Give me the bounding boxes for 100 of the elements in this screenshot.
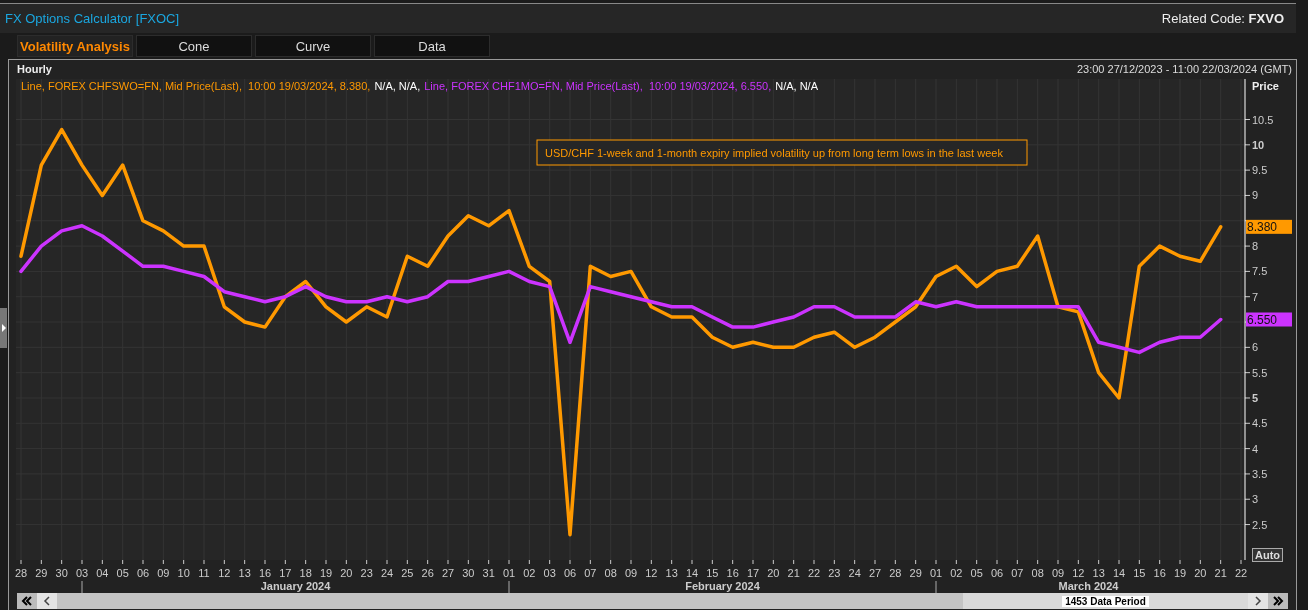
x-tick-label: 01: [502, 567, 516, 579]
x-tick-label: 28: [889, 567, 902, 579]
x-tick-label: 24: [848, 567, 861, 579]
x-tick-label: 12: [1072, 567, 1085, 579]
x-tick-label: 10: [177, 567, 190, 579]
x-tick-label: 06: [136, 567, 150, 579]
x-tick-label: 23: [360, 567, 373, 579]
x-tick-label: 19: [1173, 567, 1187, 579]
x-tick-label: 03: [543, 567, 556, 579]
last-value-tag: 6.550: [1246, 312, 1292, 327]
x-tick-label: 03: [75, 567, 89, 579]
y-tick-label: 4.5: [1252, 417, 1268, 430]
interval-label: Hourly: [17, 63, 52, 75]
scroll-start-icon[interactable]: [17, 593, 37, 609]
x-tick-label: 08: [604, 567, 617, 579]
scroll-left-icon[interactable]: [37, 593, 57, 609]
x-tick-label: 14: [1112, 567, 1126, 579]
x-tick-label: 21: [787, 567, 800, 579]
x-tick-label: 09: [624, 567, 638, 579]
y-tick-label: 10.5: [1252, 113, 1274, 126]
x-tick-label: 12: [645, 567, 658, 579]
month-label: January 2024: [260, 580, 331, 592]
last-value-tag: 8.380: [1246, 219, 1292, 234]
y-tick-label: 5: [1252, 392, 1259, 404]
x-tick-label: 06: [990, 567, 1004, 579]
x-tick-label: 13: [665, 567, 678, 579]
x-tick-label: 28: [14, 567, 28, 579]
x-tick-label: 12: [218, 567, 231, 579]
x-tick-label: 05: [970, 567, 983, 579]
x-tick-label: 25: [401, 567, 414, 579]
x-tick-label: 17: [746, 567, 760, 579]
y-tick-label: 5.5: [1252, 366, 1268, 379]
y-tick-label: 6: [1252, 341, 1259, 354]
x-tick-label: 29: [35, 567, 48, 579]
x-tick-label: 16: [1153, 567, 1166, 579]
y-tick-label: 10: [1252, 138, 1265, 151]
annotation-note: USD/CHF 1-week and 1-month expiry implied volatility up from long term lows in the last week: [536, 139, 1028, 166]
month-label: February 2024: [685, 580, 760, 592]
x-tick-label: 31: [482, 567, 495, 579]
legend-entry: Line, FOREX CHF1MO=FN, Mid Price(Last), 10:00 19/03/2024, 6.550,: [424, 80, 772, 92]
x-tick-label: 09: [157, 567, 170, 579]
axis-title: Price: [1252, 80, 1279, 92]
y-tick-label: 9: [1252, 189, 1259, 202]
x-tick-label: 13: [1092, 567, 1105, 579]
x-tick-label: 14: [685, 567, 699, 579]
x-tick-label: 02: [950, 567, 963, 579]
x-tick-label: 07: [584, 567, 597, 579]
tab[interactable]: Curve: [255, 35, 371, 57]
x-tick-label: 01: [929, 567, 943, 579]
x-tick-label: 22: [1234, 567, 1248, 579]
x-tick-label: 05: [116, 567, 129, 579]
related-code: Related Code: FXVO: [1161, 11, 1284, 26]
tab[interactable]: Data: [374, 35, 490, 57]
y-tick-label: 3.5: [1252, 467, 1268, 480]
scroll-thumb[interactable]: 1453 Data Period: [963, 593, 1248, 609]
legend-entry: N/A, N/A,: [374, 80, 421, 92]
x-tick-label: 15: [706, 567, 719, 579]
x-tick-label: 06: [563, 567, 577, 579]
y-tick-label: 8: [1252, 240, 1259, 253]
x-tick-label: 30: [55, 567, 68, 579]
x-tick-label: 18: [299, 567, 312, 579]
x-tick-label: 15: [1133, 567, 1146, 579]
y-tick-label: 3: [1252, 493, 1259, 506]
date-range: 23:00 27/12/2023 - 11:00 22/03/2024 (GMT): [1076, 63, 1292, 75]
x-tick-label: 20: [1194, 567, 1207, 579]
month-label: March 2024: [1058, 580, 1119, 592]
y-tick-label: 7.5: [1252, 265, 1268, 278]
scroll-right-icon[interactable]: [1248, 593, 1268, 609]
y-tick-label: 7: [1252, 290, 1259, 303]
legend-entry: Line, FOREX CHFSWO=FN, Mid Price(Last), 10:00 19/03/2024, 8.380,: [21, 80, 371, 92]
x-tick-label: 16: [258, 567, 272, 579]
y-tick-label: 4: [1252, 442, 1259, 455]
x-tick-label: 09: [1051, 567, 1065, 579]
x-tick-label: 27: [868, 567, 882, 579]
x-tick-label: 23: [828, 567, 841, 579]
x-tick-label: 20: [767, 567, 780, 579]
x-tick-label: 26: [421, 567, 434, 579]
x-tick-label: 16: [726, 567, 739, 579]
x-tick-label: 30: [462, 567, 475, 579]
x-tick-label: 17: [279, 567, 292, 579]
x-tick-label: 11: [198, 567, 210, 579]
y-tick-label: 2.5: [1252, 518, 1268, 531]
y-tick-label: 9.5: [1252, 164, 1268, 177]
scroll-end-icon[interactable]: [1268, 593, 1288, 609]
x-tick-label: 21: [1214, 567, 1227, 579]
x-tick-label: 29: [909, 567, 922, 579]
tab[interactable]: Volatility Analysis: [17, 35, 133, 57]
x-tick-label: 13: [238, 567, 251, 579]
legend-entry: N/A, N/A: [775, 80, 818, 92]
window-title: FX Options Calculator [FXOC]: [5, 11, 180, 26]
auto-button[interactable]: Auto: [1252, 548, 1284, 562]
annotation: USD/CHF 1-week and 1-month expiry implied volatility up from long term lows in the last week: [545, 147, 1004, 159]
x-tick-label: 19: [319, 567, 333, 579]
x-tick-label: 24: [380, 567, 394, 579]
x-tick-label: 27: [441, 567, 455, 579]
tab[interactable]: Cone: [136, 35, 252, 57]
x-tick-label: 20: [340, 567, 353, 579]
side-handle-icon[interactable]: [0, 308, 7, 348]
x-tick-label: 08: [1031, 567, 1044, 579]
data-period-label: 1453 Data Period: [1062, 595, 1149, 607]
